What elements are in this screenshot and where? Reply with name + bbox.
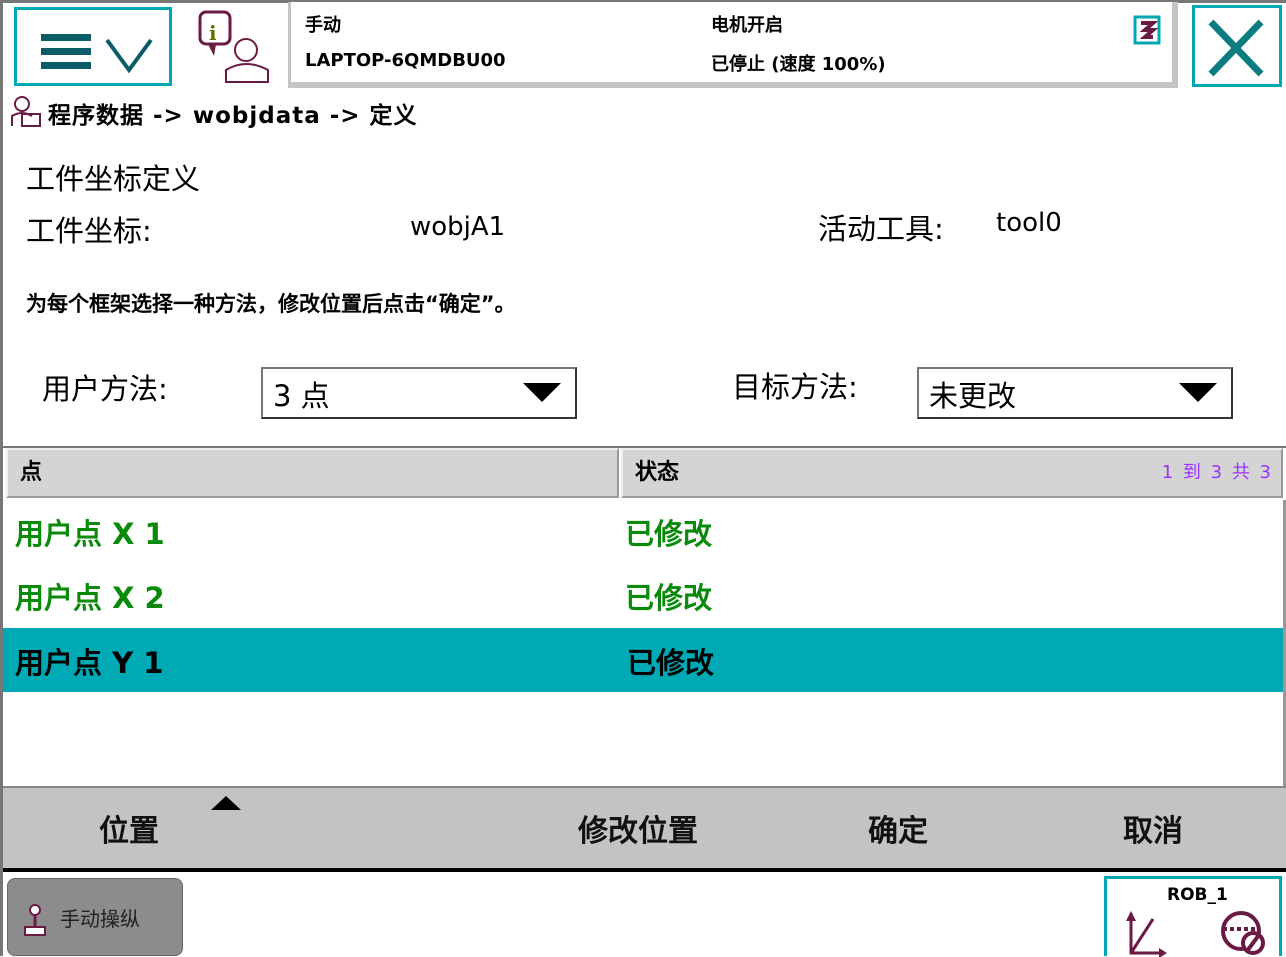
column-header-point[interactable]: 点 — [6, 448, 619, 498]
command-bar: 位置 修改位置 确定 取消 — [3, 786, 1286, 872]
modify-position-button[interactable]: 修改位置 — [578, 806, 698, 850]
table-row-selected[interactable]: 用户点 Y 1 已修改 — [3, 628, 1283, 692]
table-row[interactable]: 用户点 X 2 已修改 — [3, 563, 1283, 627]
wobj-value: wobjA1 — [410, 212, 506, 242]
program-icon — [1133, 15, 1161, 45]
active-tool-label: 活动工具: — [818, 212, 944, 246]
increment-off-icon — [1221, 911, 1265, 955]
point-status: 已修改 — [627, 646, 715, 680]
point-status: 已修改 — [625, 517, 713, 551]
close-icon — [1208, 19, 1264, 77]
chevron-down-icon — [523, 383, 561, 402]
active-tool-value: tool0 — [996, 208, 1062, 238]
status-bar[interactable]: 手动 LAPTOP-6QMDBU00 电机开启 已停止 (速度 100%) — [288, 2, 1178, 88]
close-button[interactable] — [1192, 5, 1282, 87]
pager-text: 1 到 3 共 3 — [1161, 462, 1273, 483]
page-title: 工件坐标定义 — [26, 162, 201, 196]
menu-up-arrow-icon — [211, 796, 241, 810]
table-row[interactable]: 用户点 X 1 已修改 — [3, 499, 1283, 563]
wobj-label: 工件坐标: — [26, 214, 152, 248]
operating-mode: 手动 — [305, 15, 341, 36]
target-method-value: 未更改 — [929, 379, 1017, 413]
user-method-value: 3 点 — [273, 379, 330, 413]
instruction-text: 为每个框架选择一种方法，修改位置后点击“确定”。 — [26, 292, 516, 316]
user-method-label: 用户方法: — [42, 372, 168, 406]
column-header-status[interactable]: 状态 1 到 3 共 3 — [621, 448, 1283, 498]
target-method-dropdown[interactable]: 未更改 — [917, 367, 1233, 419]
main-menu-button[interactable] — [14, 7, 172, 86]
point-name: 用户点 Y 1 — [15, 646, 164, 680]
ok-button[interactable]: 确定 — [868, 806, 928, 850]
point-name: 用户点 X 2 — [15, 581, 165, 615]
menu-icon — [41, 34, 153, 74]
run-state: 已停止 (速度 100%) — [711, 54, 886, 75]
coordinate-system-icon — [1126, 911, 1167, 957]
target-method-label: 目标方法: — [732, 370, 858, 404]
joystick-icon — [24, 904, 46, 936]
event-log-icon[interactable]: i — [196, 10, 276, 90]
program-data-icon — [11, 96, 41, 127]
robot-name: ROB_1 — [1167, 885, 1228, 905]
user-method-dropdown[interactable]: 3 点 — [261, 367, 577, 419]
header-label: 点 — [20, 460, 43, 485]
point-name: 用户点 X 1 — [15, 517, 165, 551]
header-label: 状态 — [635, 460, 680, 485]
jog-label: 手动操纵 — [60, 907, 140, 931]
position-menu-button[interactable]: 位置 — [99, 806, 159, 850]
cancel-button[interactable]: 取消 — [1123, 806, 1183, 850]
controller-name: LAPTOP-6QMDBU00 — [305, 50, 506, 71]
svg-text:i: i — [209, 21, 217, 45]
jogging-taskbar-button[interactable]: 手动操纵 — [7, 878, 183, 956]
motor-state: 电机开启 — [711, 15, 783, 36]
points-table: 点 状态 1 到 3 共 3 用户点 X 1 已修改 用户点 X 2 已修改 用… — [3, 446, 1286, 788]
breadcrumb: 程序数据 -> wobjdata -> 定义 — [48, 103, 418, 129]
point-status: 已修改 — [625, 581, 713, 615]
chevron-down-icon — [1179, 383, 1217, 402]
robot-status-button[interactable]: ROB_1 — [1104, 876, 1282, 957]
